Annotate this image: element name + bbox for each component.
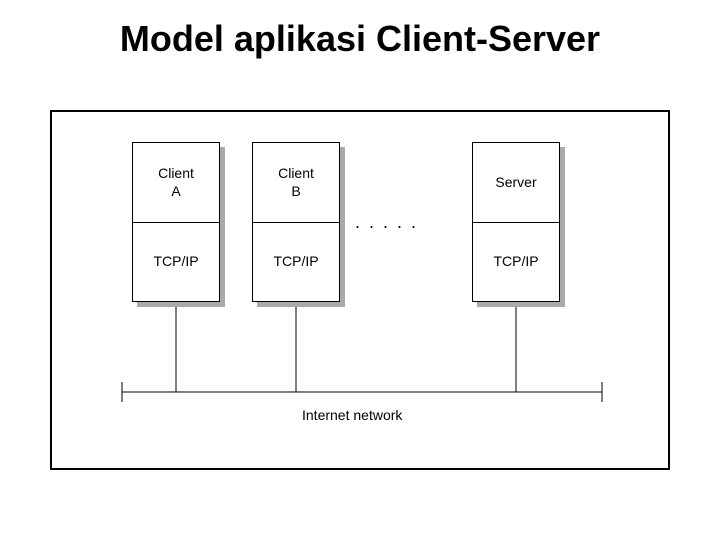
- slide-title: Model aplikasi Client-Server: [0, 18, 720, 60]
- diagram-frame: ClientA TCP/IP ClientB TCP/IP . . . . . …: [50, 110, 670, 470]
- network-label: Internet network: [302, 407, 402, 423]
- slide: Model aplikasi Client-Server ClientA TCP…: [0, 0, 720, 540]
